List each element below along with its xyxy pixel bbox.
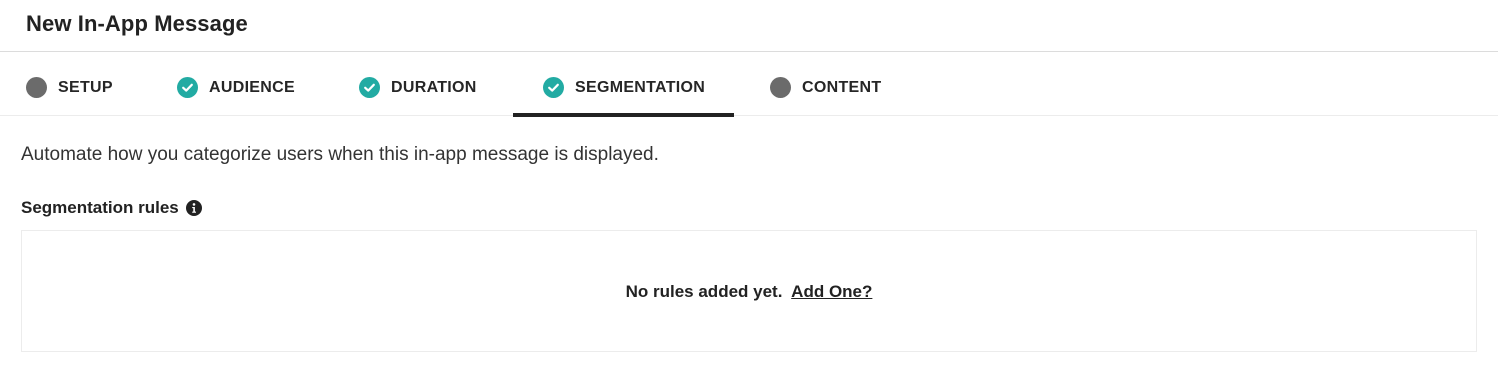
tab-segmentation-label: SEGMENTATION <box>575 79 706 96</box>
active-tab-indicator <box>513 113 734 117</box>
check-circle-icon <box>177 77 198 98</box>
tab-duration-label: DURATION <box>391 79 477 96</box>
tab-setup-label: SETUP <box>58 79 113 96</box>
segmentation-rules-heading: Segmentation rules <box>21 198 202 218</box>
empty-state: No rules added yet. Add One? <box>22 282 1476 302</box>
add-rule-link[interactable]: Add One? <box>791 282 872 301</box>
tab-content[interactable]: CONTENT <box>770 52 900 115</box>
intro-text: Automate how you categorize users when t… <box>21 144 659 165</box>
empty-state-text: No rules added yet. <box>625 282 783 301</box>
rules-container: No rules added yet. Add One? <box>21 230 1477 352</box>
info-icon[interactable] <box>185 200 202 216</box>
check-circle-icon <box>359 77 380 98</box>
tab-segmentation[interactable]: SEGMENTATION <box>513 52 734 117</box>
page-title: New In-App Message <box>26 11 248 36</box>
pending-dot-icon <box>26 77 47 98</box>
section-title-label: Segmentation rules <box>21 198 179 217</box>
page-header: New In-App Message <box>0 0 1498 52</box>
tab-content-label: CONTENT <box>802 79 882 96</box>
step-tabs: SETUP AUDIENCE DURATION SEGMENTATION CON… <box>0 52 1498 117</box>
check-circle-icon <box>543 77 564 98</box>
tab-audience-label: AUDIENCE <box>209 79 295 96</box>
tab-duration[interactable]: DURATION <box>359 52 499 115</box>
pending-dot-icon <box>770 77 791 98</box>
tab-setup[interactable]: SETUP <box>26 52 136 115</box>
tab-audience[interactable]: AUDIENCE <box>177 52 317 115</box>
